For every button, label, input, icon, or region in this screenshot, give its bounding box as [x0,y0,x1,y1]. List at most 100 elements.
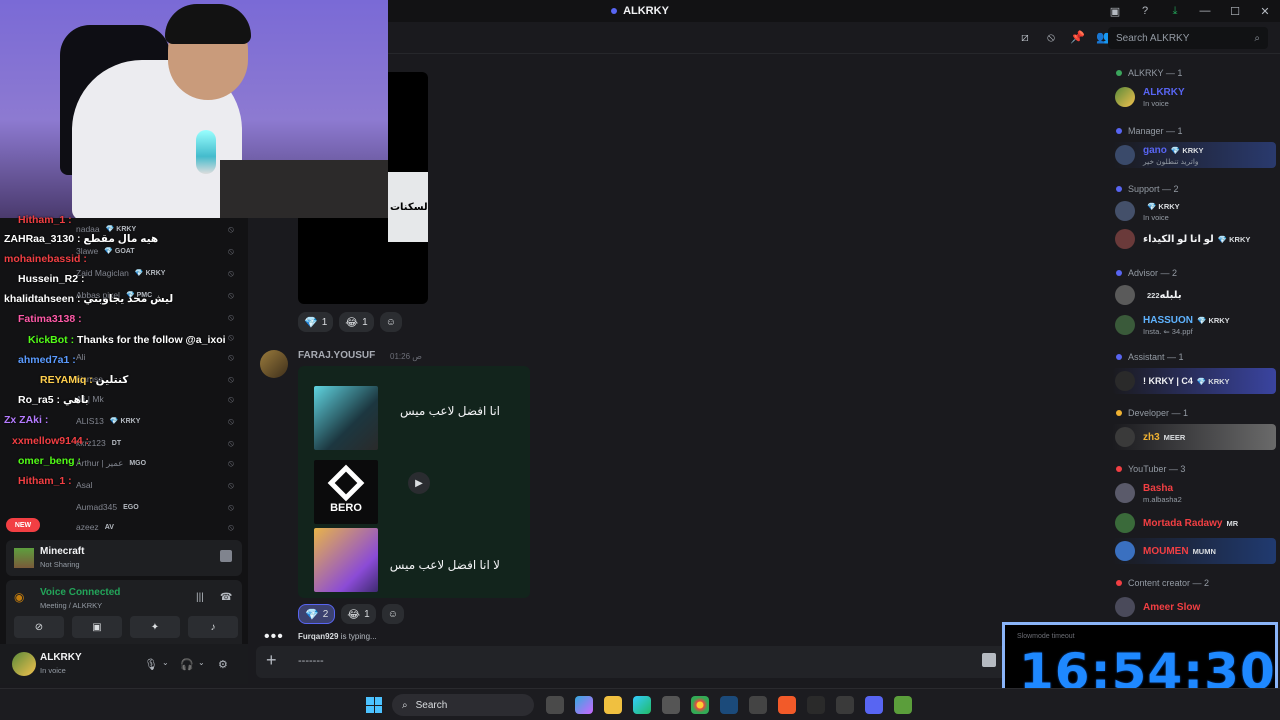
embed-thumbnail[interactable] [314,386,378,450]
member-name: بلبله [1159,289,1182,301]
message-author[interactable]: FARAJ.YOUSUF [298,350,375,361]
member-tag: 222 [1147,290,1160,300]
taskbar-search[interactable]: ⌕ Search [392,694,534,716]
muted-icon: ⦸ [228,332,234,342]
composer-text[interactable]: ------- [298,655,324,667]
task-view-icon[interactable] [546,696,564,714]
voice-channel[interactable]: Meeting / ALKRKY [40,601,102,610]
member-item[interactable]: gano 💎 KRKY واتريد تنطلون خير [1112,142,1276,168]
notifications-muted-icon[interactable]: ⦸ [1044,30,1058,45]
embed-thumbnail[interactable] [314,528,378,592]
chevron-down-icon[interactable]: ⌄ [162,658,169,667]
avatar[interactable] [260,350,288,378]
pin-icon[interactable]: 📌 [1070,30,1085,45]
edge-icon[interactable] [633,696,651,714]
chrome-icon[interactable] [691,696,709,714]
reaction-button[interactable]: 😂 1 [341,604,376,624]
headphones-icon[interactable]: 🎧 [180,658,194,671]
close-button[interactable]: ✕ [1250,5,1280,18]
steam-icon[interactable] [720,696,738,714]
voice-user[interactable]: Asal [76,480,93,490]
avatar [1115,229,1135,249]
voice-status[interactable]: Voice Connected [40,587,120,598]
member-item[interactable]: ! KRKY | C4 💎 KRKY [1112,368,1276,394]
voice-user[interactable]: Ali [76,352,85,362]
add-reaction-button[interactable]: ☺ [381,604,404,624]
soundboard-button[interactable]: ♪ [188,616,238,638]
reaction-button[interactable]: 😂 1 [339,312,374,332]
minimize-button[interactable]: — [1190,5,1220,17]
stream-chat-line: Hussein_R2 : [18,273,85,285]
download-icon[interactable]: ⤓ [1160,5,1190,18]
message-composer[interactable]: + ------- [256,646,1026,678]
screen-share-button[interactable]: ▣ [72,616,122,638]
role-label: ALKRKY — 1 [1128,68,1183,78]
voice-user[interactable]: azeez AV [76,522,114,532]
member-item[interactable]: HASSUON 💎 KRKY Insta. ⇐ 34.ppf [1112,312,1276,338]
voice-user-name: ALIS13 [76,416,104,426]
minecraft-launcher-icon[interactable] [894,696,912,714]
obs-icon[interactable] [749,696,767,714]
reaction-row-top: 💎 1 😂 1 ☺ [298,312,402,332]
member-item[interactable]: ALKRKY In voice [1112,84,1276,110]
disconnect-icon[interactable]: ☎ [220,592,232,603]
file-explorer-icon[interactable] [604,696,622,714]
stream-chat-overlay: nadaa 💎 KRKY 3lawe 💎 GOAT Zaid Magiclan 💎 K… [0,214,248,532]
streamer-hair [165,4,251,44]
muted-icon: ⦸ [228,480,234,490]
member-status: In voice [1143,98,1169,108]
bero-label: BERO [330,502,362,514]
voice-user[interactable]: Arthur | عمير MGO [76,458,146,469]
user-name[interactable]: ALKRKY [40,652,82,663]
gift-icon[interactable] [982,653,996,667]
brave-icon[interactable] [778,696,796,714]
voice-user[interactable]: Aumad345 EGO [76,502,139,512]
new-badge[interactable]: NEW [6,518,40,532]
member-item[interactable]: zh3 MEER [1112,424,1276,450]
attach-plus-icon[interactable]: + [266,650,277,671]
maximize-button[interactable]: ☐ [1220,5,1250,18]
reaction-emoji: 😂 [347,608,361,621]
microphone-icon[interactable]: 🎙 [144,658,158,671]
threads-icon[interactable]: ⧄ [1018,30,1032,45]
chat-message: Thanks for the follow @a_ixoi [77,334,226,346]
camera-off-button[interactable]: ⊘ [14,616,64,638]
member-item[interactable]: Ameer Slow [1112,594,1276,620]
reaction-button[interactable]: 💎 2 [298,604,336,624]
noise-suppression-icon[interactable]: ||| [196,592,204,603]
member-item[interactable]: MOUMEN MUMN [1112,538,1276,564]
inbox-icon[interactable]: ▣ [1100,5,1130,18]
chevron-down-icon[interactable]: ⌄ [198,658,205,667]
add-reaction-button[interactable]: ☺ [379,312,402,332]
window-controls: ▣ ? ⤓ — ☐ ✕ [1100,0,1280,22]
voice-user[interactable]: ALIS13 💎 KRKY [76,416,140,426]
play-icon[interactable]: ▶ [408,472,430,494]
avatar[interactable] [12,652,36,676]
member-item[interactable]: Mortada Radawy MR [1112,510,1276,536]
search-input[interactable]: Search ALKRKY ⌕ [1108,27,1268,49]
help-icon[interactable]: ? [1130,5,1160,17]
member-item[interactable]: لو انا لو الكيداء 💎 KRKY [1112,226,1276,252]
discord-icon[interactable] [865,696,883,714]
chat-username: Hitham_1 [18,475,66,487]
voice-user[interactable]: Zaid Magiclan 💎 KRKY [76,268,165,278]
member-item[interactable]: 💎 KRKY In voice [1112,198,1276,224]
store-icon[interactable] [662,696,680,714]
attachment-screenshot: السكنات [388,172,428,242]
member-item[interactable]: بلبله222 [1112,282,1276,308]
chat-username: Hitham_1 [18,214,66,226]
muted-icon: ⦸ [228,246,234,256]
voice-user-name: Asal [76,480,93,490]
windows-start-icon[interactable] [366,697,382,713]
app-icon[interactable] [836,696,854,714]
gear-icon[interactable]: ⚙ [218,658,228,671]
member-name: HASSUON [1143,314,1194,326]
capcut-icon[interactable] [807,696,825,714]
member-item[interactable]: Basha m.albasha2 [1112,480,1276,506]
copilot-icon[interactable] [575,696,593,714]
muted-icon: ⦸ [228,394,234,404]
activities-button[interactable]: ✦ [130,616,180,638]
reaction-button[interactable]: 💎 1 [298,312,334,332]
embed-thumbnail-bero[interactable]: BERO [314,460,378,524]
share-screen-icon[interactable] [220,550,232,562]
